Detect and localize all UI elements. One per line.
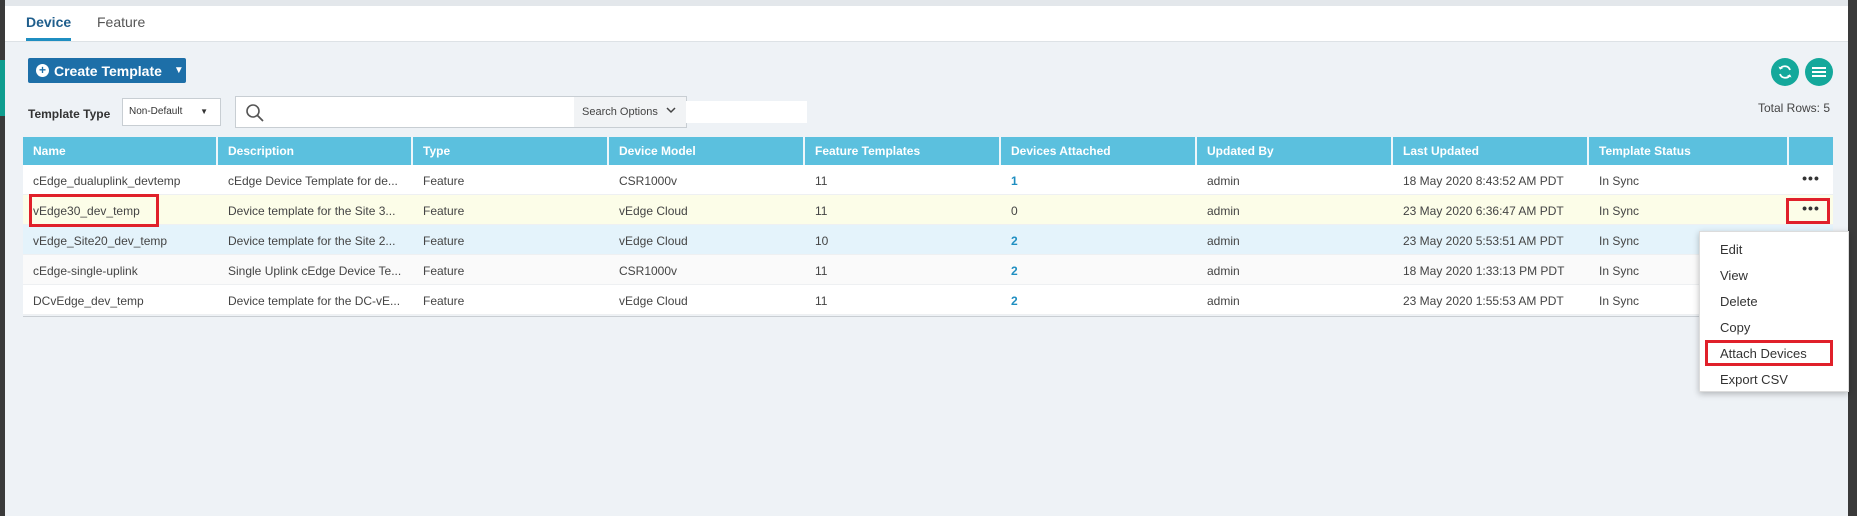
- highlight-name-box: [29, 194, 159, 227]
- cell-name: vEdge_Site20_dev_temp: [33, 234, 168, 248]
- cell-last-updated: 23 May 2020 5:53:51 AM PDT: [1403, 234, 1564, 248]
- more-dots-icon[interactable]: •••: [1789, 165, 1833, 194]
- cell-device-model: CSR1000v: [619, 264, 678, 278]
- cell-last-updated: 18 May 2020 1:33:13 PM PDT: [1403, 264, 1565, 278]
- cell-device-model: vEdge Cloud: [619, 294, 688, 308]
- create-template-button[interactable]: + Create Template ▼: [28, 58, 186, 83]
- devices-attached-link[interactable]: 2: [1001, 255, 1197, 284]
- caret-down-icon: ▼: [200, 107, 208, 116]
- column-header-actions: [1789, 137, 1833, 165]
- cell-template-status: In Sync: [1599, 204, 1640, 218]
- cell-feature-templates: 10: [815, 234, 829, 248]
- table-row[interactable]: cEdge-single-uplink Single Uplink cEdge …: [23, 255, 1833, 285]
- total-rows-count: Total Rows: 5: [1757, 101, 1830, 115]
- refresh-button[interactable]: [1771, 58, 1799, 86]
- menu-item-export-csv[interactable]: Export CSV: [1720, 372, 1788, 387]
- cell-description: Device template for the Site 3...: [228, 204, 396, 218]
- cell-device-model: CSR1000v: [619, 174, 678, 188]
- cell-updated-by: admin: [1207, 234, 1240, 248]
- column-header-description[interactable]: Description: [218, 137, 413, 165]
- menu-item-delete[interactable]: Delete: [1720, 294, 1758, 309]
- table-header: Name Description Type Device Model Featu…: [23, 137, 1833, 165]
- menu-item-copy[interactable]: Copy: [1720, 320, 1750, 335]
- column-header-devices-attached[interactable]: Devices Attached: [1001, 137, 1197, 165]
- template-type-select[interactable]: Non-Default ▼: [122, 98, 221, 126]
- cell-name: cEdge_dualuplink_devtemp: [33, 174, 181, 188]
- cell-type: Feature: [423, 204, 465, 218]
- cell-feature-templates: 11: [815, 294, 828, 308]
- cell-updated-by: admin: [1207, 174, 1240, 188]
- list-menu-icon: [1812, 67, 1826, 77]
- table-row[interactable]: vEdge_Site20_dev_temp Device template fo…: [23, 225, 1833, 255]
- plus-circle-icon: +: [36, 64, 49, 77]
- cell-description: cEdge Device Template for de...: [228, 174, 398, 188]
- cell-device-model: vEdge Cloud: [619, 234, 688, 248]
- cell-name: cEdge-single-uplink: [33, 264, 138, 278]
- column-header-feature-templates[interactable]: Feature Templates: [805, 137, 1001, 165]
- cell-type: Feature: [423, 294, 465, 308]
- highlight-more-box: [1786, 198, 1830, 224]
- devices-attached-link[interactable]: 2: [1001, 225, 1197, 254]
- search-box: Search Options: [235, 96, 807, 128]
- cell-updated-by: admin: [1207, 264, 1240, 278]
- template-type-value: Non-Default: [129, 106, 183, 117]
- table-row[interactable]: cEdge_dualuplink_devtemp cEdge Device Te…: [23, 165, 1833, 195]
- devices-attached-link[interactable]: 1: [1001, 165, 1197, 194]
- cell-devices-attached: 0: [1011, 204, 1018, 218]
- cell-description: Device template for the Site 2...: [228, 234, 396, 248]
- templates-table: Name Description Type Device Model Featu…: [23, 137, 1833, 315]
- devices-attached-link[interactable]: 2: [1001, 285, 1197, 314]
- cell-type: Feature: [423, 264, 465, 278]
- column-header-name[interactable]: Name: [23, 137, 218, 165]
- cell-feature-templates: 11: [815, 264, 828, 278]
- caret-down-icon: ▼: [173, 65, 184, 76]
- column-header-template-status[interactable]: Template Status: [1589, 137, 1789, 165]
- list-menu-button[interactable]: [1805, 58, 1833, 86]
- column-header-last-updated[interactable]: Last Updated: [1393, 137, 1589, 165]
- cell-template-status: In Sync: [1599, 174, 1640, 188]
- menu-item-view[interactable]: View: [1720, 268, 1748, 283]
- cell-description: Single Uplink cEdge Device Te...: [228, 264, 402, 278]
- search-input[interactable]: [272, 101, 807, 123]
- table-row[interactable]: vEdge30_dev_temp Device template for the…: [23, 195, 1833, 225]
- cell-last-updated: 23 May 2020 1:55:53 AM PDT: [1403, 294, 1564, 308]
- chevron-down-icon: [666, 107, 676, 114]
- search-icon: [246, 104, 264, 122]
- template-type-label: Template Type: [28, 107, 111, 121]
- tab-bar: Device Feature: [5, 0, 1848, 42]
- window-right-edge: [1848, 0, 1857, 516]
- create-template-label: Create Template: [54, 62, 162, 79]
- cell-feature-templates: 11: [815, 204, 828, 218]
- cell-type: Feature: [423, 174, 465, 188]
- cell-feature-templates: 11: [815, 174, 828, 188]
- tab-device[interactable]: Device: [26, 14, 72, 41]
- left-accent-bar: [0, 60, 5, 116]
- cell-type: Feature: [423, 234, 465, 248]
- cell-updated-by: admin: [1207, 294, 1240, 308]
- table-row[interactable]: DCvEdge_dev_temp Device template for the…: [23, 285, 1833, 315]
- table-bottom-border: [23, 316, 1833, 317]
- cell-description: Device template for the DC-vE...: [228, 294, 401, 308]
- row-context-menu: Edit View Delete Copy Attach Devices Exp…: [1699, 231, 1849, 392]
- cell-updated-by: admin: [1207, 204, 1240, 218]
- search-options-button[interactable]: Search Options: [574, 97, 686, 127]
- cell-name: DCvEdge_dev_temp: [33, 294, 144, 308]
- search-options-label: Search Options: [582, 106, 658, 118]
- cell-last-updated: 18 May 2020 8:43:52 AM PDT: [1403, 174, 1564, 188]
- column-header-type[interactable]: Type: [413, 137, 609, 165]
- tab-feature[interactable]: Feature: [97, 14, 145, 38]
- cell-device-model: vEdge Cloud: [619, 204, 688, 218]
- cell-last-updated: 23 May 2020 6:36:47 AM PDT: [1403, 204, 1564, 218]
- refresh-icon: [1778, 65, 1792, 79]
- column-header-updated-by[interactable]: Updated By: [1197, 137, 1393, 165]
- menu-item-edit[interactable]: Edit: [1720, 242, 1742, 257]
- highlight-attach-box: [1705, 340, 1833, 366]
- column-header-device-model[interactable]: Device Model: [609, 137, 805, 165]
